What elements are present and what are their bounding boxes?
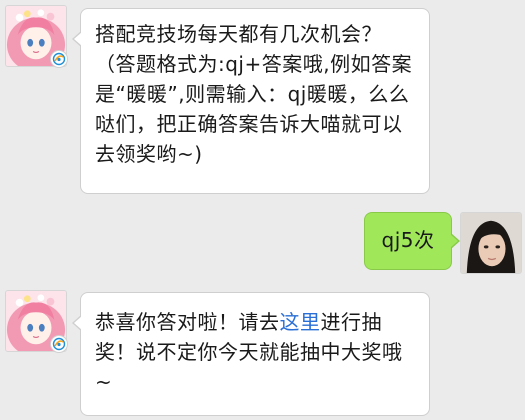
message-bubble-outgoing[interactable]: qj5次 [364, 212, 460, 270]
message-bubble-incoming-1[interactable]: 搭配竞技场每天都有几次机会？（答题格式为:qj+答案哦,例如答案是“暖暖”,则需… [72, 8, 430, 194]
message-text: qj5次 [381, 228, 435, 252]
platform-badge [51, 51, 67, 67]
platform-badge [51, 336, 67, 352]
prize-draw-link[interactable]: 这里 [280, 310, 321, 334]
tencent-game-badge-icon [52, 52, 66, 66]
message-bubble-incoming-2[interactable]: 恭喜你答对啦！请去这里进行抽奖！说不定你今天就能抽中大奖哦~ [72, 292, 430, 416]
user-avatar[interactable] [460, 212, 522, 274]
message-text-before-link: 恭喜你答对啦！请去 [95, 310, 280, 334]
message-text: 恭喜你答对啦！请去这里进行抽奖！说不定你今天就能抽中大奖哦~ [95, 307, 415, 397]
tencent-game-badge-icon [52, 337, 66, 351]
message-text: 搭配竞技场每天都有几次机会？（答题格式为:qj+答案哦,例如答案是“暖暖”,则需… [95, 22, 413, 166]
user-photo-avatar-icon [461, 213, 521, 273]
